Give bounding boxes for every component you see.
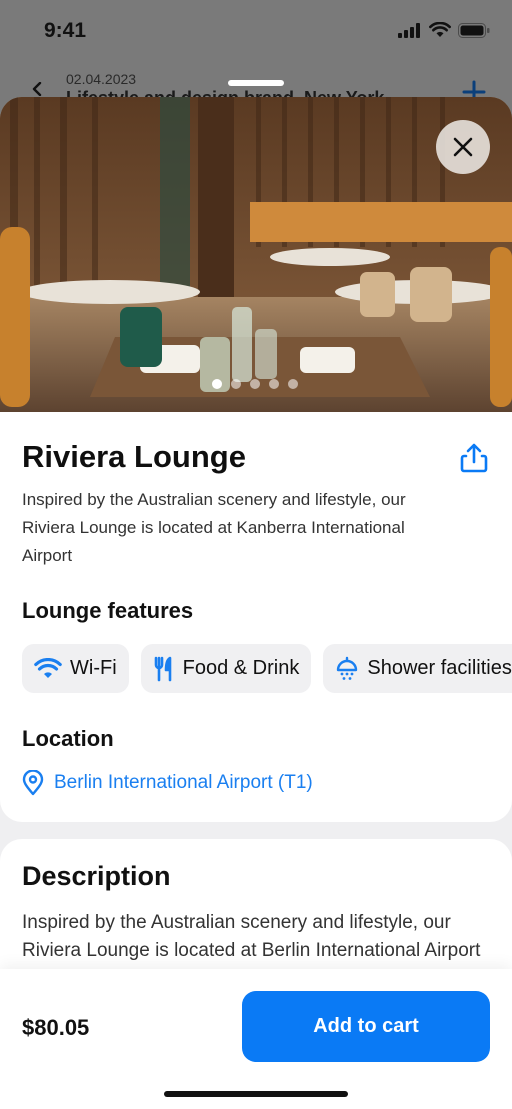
status-time: 9:41 xyxy=(44,19,87,42)
battery-icon xyxy=(458,22,490,38)
price-label: $80.05 xyxy=(22,1015,90,1040)
feature-chip-shower[interactable]: Shower facilities xyxy=(323,644,512,693)
location-heading: Location xyxy=(22,726,114,751)
home-indicator xyxy=(164,1091,348,1097)
lounge-summary: Inspired by the Australian scenery and l… xyxy=(22,490,406,565)
sheet-grabber[interactable] xyxy=(228,80,284,86)
feature-chip-wifi[interactable]: Wi-Fi xyxy=(22,644,129,693)
background-date: 02.04.2023 xyxy=(66,71,137,87)
feature-chip-food-drink[interactable]: Food & Drink xyxy=(140,644,312,693)
carousel-dot[interactable] xyxy=(212,379,222,389)
description-text: Inspired by the Australian scenery and l… xyxy=(22,912,481,961)
share-button[interactable] xyxy=(458,442,490,474)
close-icon xyxy=(453,137,473,157)
lounge-info-card: Riviera Lounge Inspired by the Australia… xyxy=(0,412,512,822)
wifi-icon xyxy=(34,657,62,678)
signal-icon xyxy=(398,22,420,38)
checkout-bar: $80.05 Add to cart xyxy=(0,969,512,1109)
carousel-page-indicator[interactable] xyxy=(212,379,298,389)
fork-knife-icon xyxy=(154,656,171,681)
carousel-dot[interactable] xyxy=(288,379,298,389)
status-icons xyxy=(398,22,490,38)
add-to-cart-button[interactable]: Add to cart xyxy=(242,991,490,1062)
back-icon xyxy=(32,82,42,96)
description-heading: Description xyxy=(22,861,171,891)
carousel-dot[interactable] xyxy=(231,379,241,389)
feature-label: Shower facilities xyxy=(367,657,512,679)
lounge-detail-sheet: Riviera Lounge Inspired by the Australia… xyxy=(0,97,512,1109)
wifi-status-icon xyxy=(429,22,451,37)
carousel-dot[interactable] xyxy=(269,379,279,389)
location-text: Berlin International Airport (T1) xyxy=(54,772,313,793)
location-pin-icon xyxy=(22,770,44,796)
features-heading: Lounge features xyxy=(22,598,194,623)
location-link[interactable]: Berlin International Airport (T1) xyxy=(22,770,313,796)
shower-icon xyxy=(337,656,358,680)
feature-label: Food & Drink xyxy=(182,657,300,679)
share-icon xyxy=(460,443,488,473)
carousel-dot[interactable] xyxy=(250,379,260,389)
feature-label: Wi-Fi xyxy=(70,657,117,679)
hero-image-carousel[interactable] xyxy=(0,97,512,412)
status-bar: 9:41 xyxy=(0,0,512,60)
features-list: Wi-Fi Food & Drink Shower facilities xyxy=(22,644,512,693)
lounge-title: Riviera Lounge xyxy=(22,439,246,474)
close-button[interactable] xyxy=(436,120,490,174)
